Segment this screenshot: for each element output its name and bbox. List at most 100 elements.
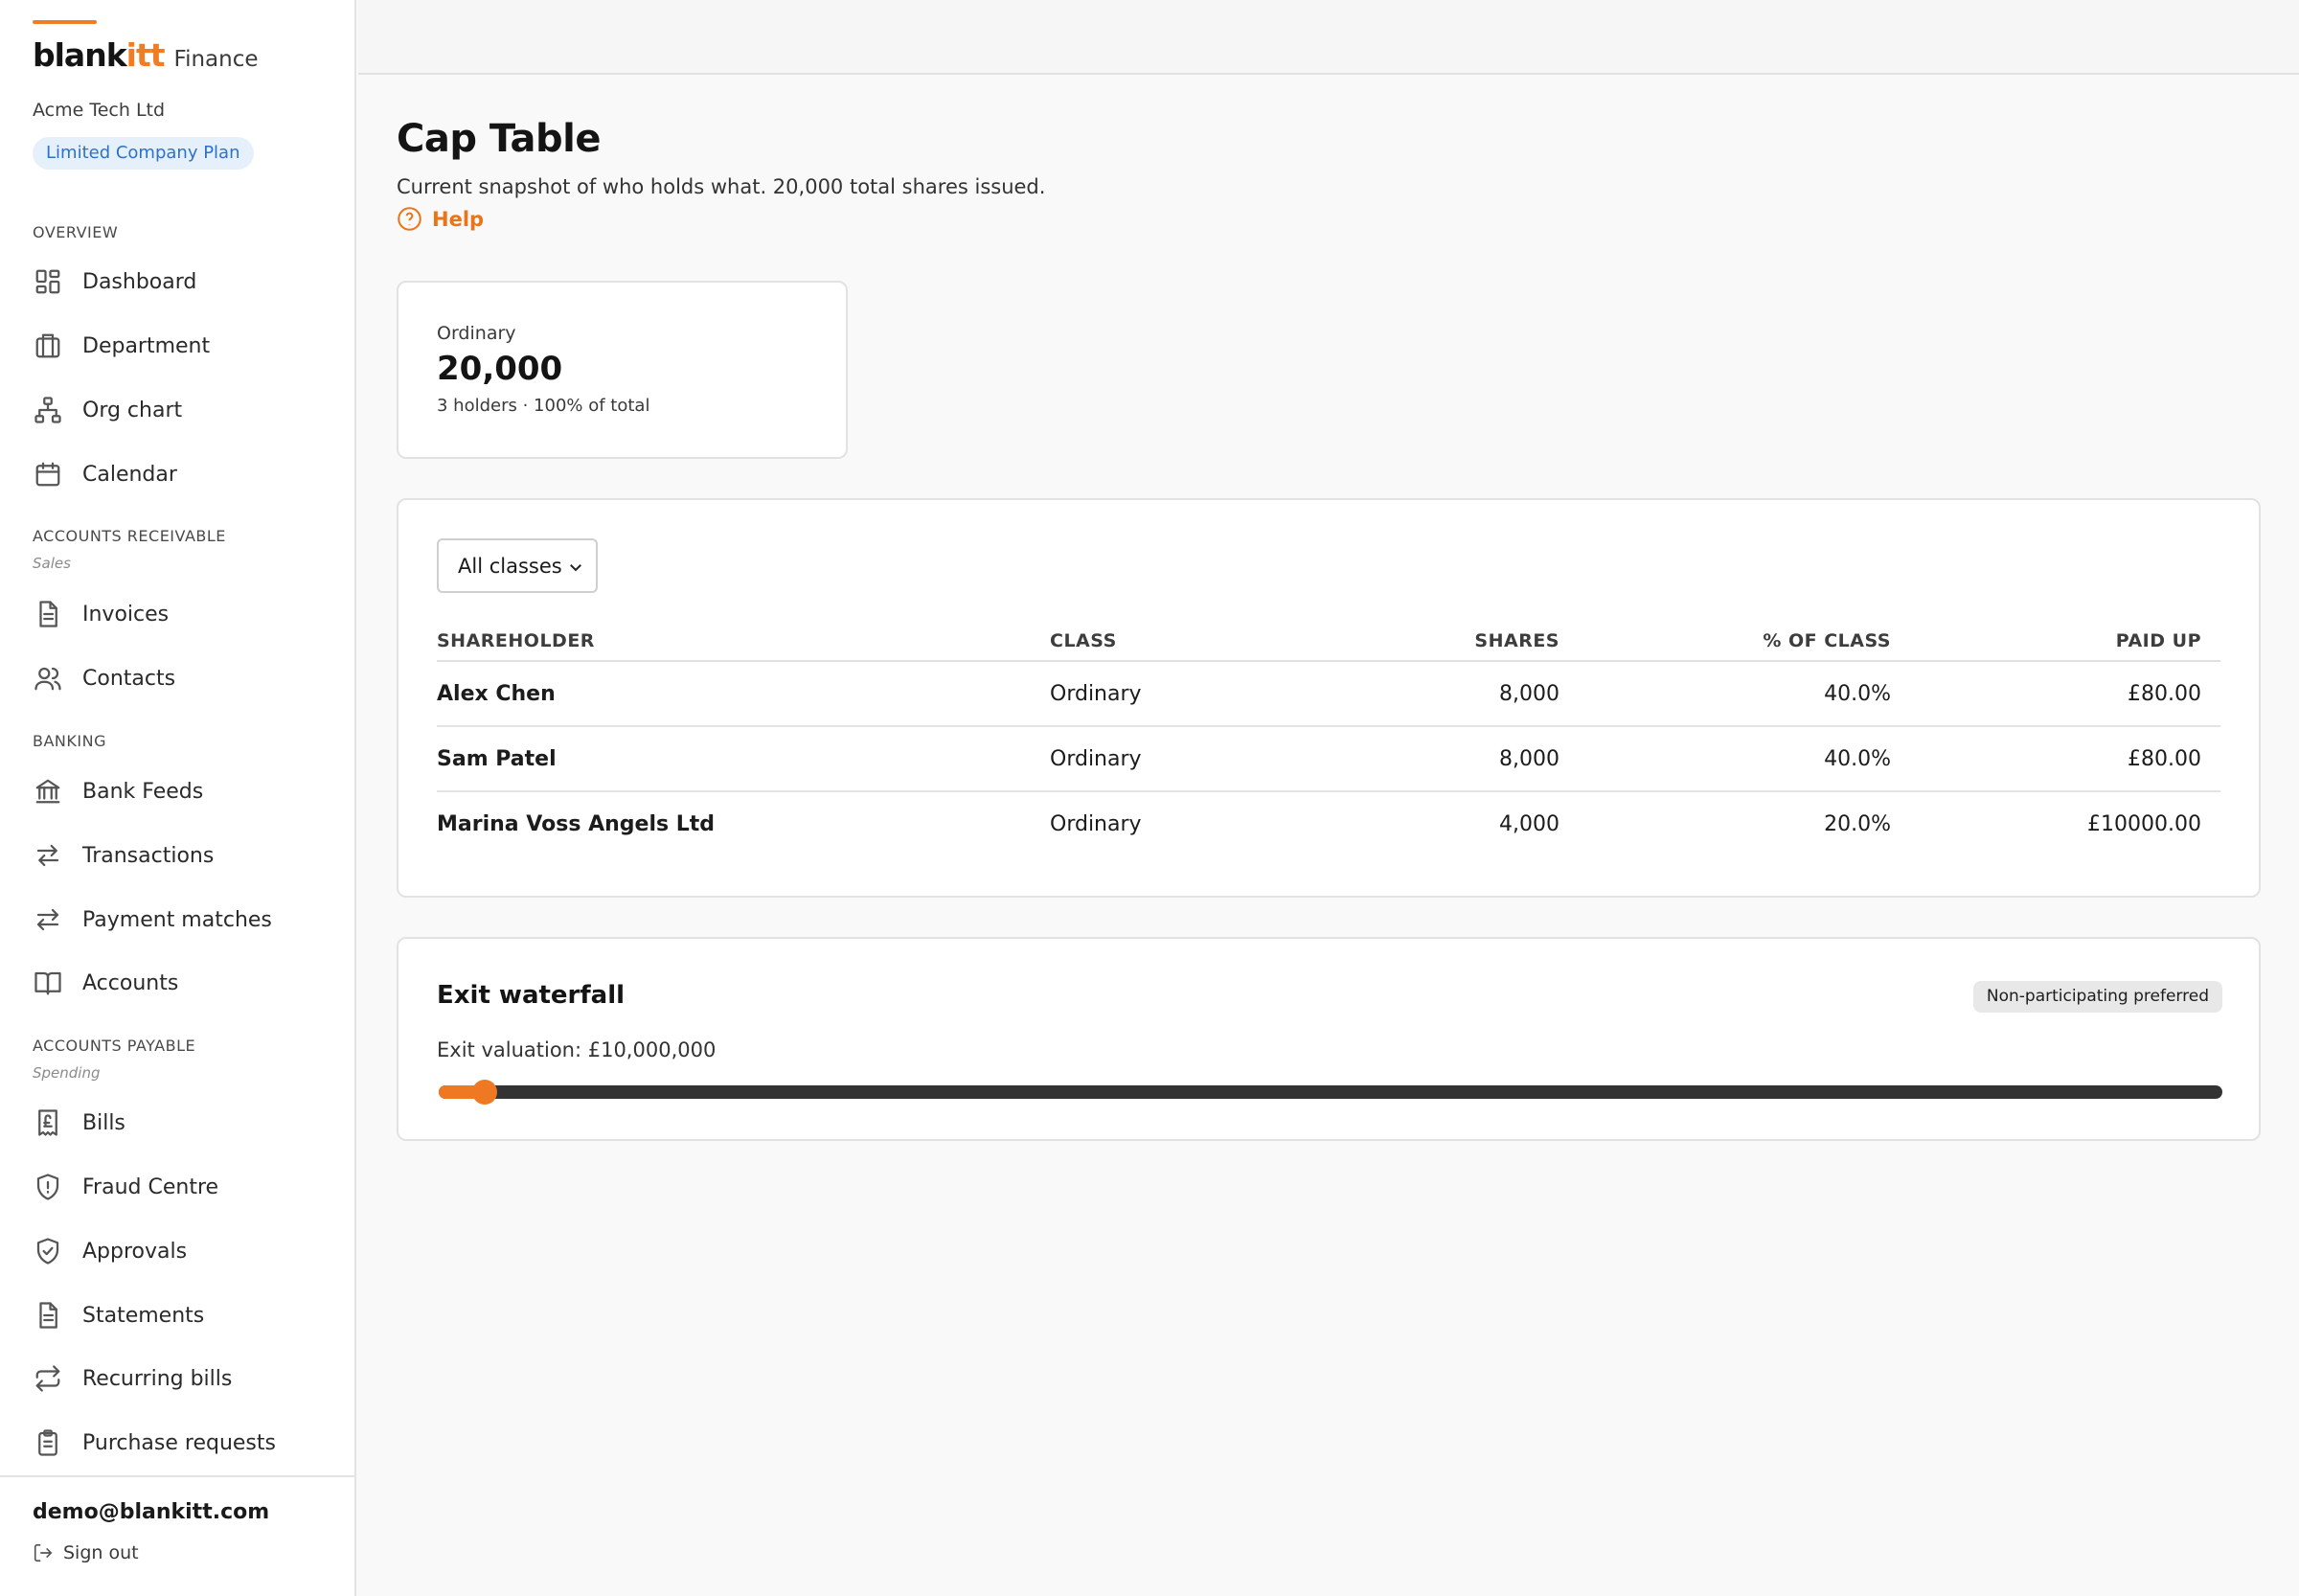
table-row: Marina Voss Angels Ltd Ordinary 4,000 20… (437, 791, 2220, 856)
sign-out-label: Sign out (63, 1542, 139, 1563)
cell-shares: 8,000 (1241, 661, 1559, 727)
book-icon (33, 968, 63, 998)
sidebar: blankitt Finance Acme Tech Ltd Limited C… (0, 0, 356, 1596)
sidebar-item-label: Department (82, 333, 211, 358)
table-row: Sam Patel Ordinary 8,000 40.0% £80.00 (437, 726, 2220, 792)
sidebar-item-transactions[interactable]: Transactions (23, 831, 339, 880)
shield-alert-icon (33, 1172, 63, 1202)
page-title: Cap Table (397, 117, 602, 161)
building-icon (33, 331, 63, 361)
share-class-total: 20,000 (437, 350, 563, 388)
sidebar-item-label: Transactions (82, 843, 215, 868)
cell-class: Ordinary (1050, 812, 1142, 836)
sidebar-item-label: Calendar (82, 462, 177, 487)
sidebar-item-label: Dashboard (82, 269, 197, 294)
shield-check-icon (33, 1236, 63, 1266)
exit-waterfall-title: Exit waterfall (437, 981, 626, 1010)
cell-class: Ordinary (1050, 726, 1241, 792)
sidebar-item-org-chart[interactable]: Org chart (23, 385, 339, 435)
exit-valuation-label: Exit valuation: £10,000,000 (437, 1038, 717, 1061)
bank-icon (33, 776, 63, 807)
sidebar-item-bills[interactable]: Bills (23, 1098, 339, 1148)
class-filter-select[interactable]: All classes (437, 538, 598, 593)
help-circle-icon (398, 207, 421, 231)
pound-receipt-icon (33, 1107, 63, 1138)
page-description: Current snapshot of who holds what. 20,0… (397, 175, 1046, 198)
cell-shareholder: Alex Chen (437, 661, 1050, 727)
clipboard-icon (33, 1427, 63, 1458)
sidebar-item-purchase-requests[interactable]: Purchase requests (23, 1418, 339, 1468)
top-bar (358, 0, 2299, 75)
sign-out-button[interactable]: Sign out (33, 1542, 139, 1563)
table-row: Alex Chen Ordinary 8,000 40.0% £80.00 (437, 661, 2220, 727)
section-banking: BANKING (33, 732, 106, 750)
exit-valuation-slider[interactable] (439, 1080, 2222, 1105)
section-accounts-receivable: ACCOUNTS RECEIVABLE (33, 527, 226, 545)
logo-product-name: Finance (173, 47, 259, 72)
users-icon (33, 663, 63, 694)
plan-badge: Limited Company Plan (33, 137, 254, 170)
brand-accent-bar (33, 20, 97, 24)
sidebar-item-label: Invoices (82, 602, 170, 627)
cell-shares: 8,000 (1241, 726, 1559, 792)
repeat-icon (33, 1363, 63, 1394)
sidebar-item-statements[interactable]: Statements (23, 1290, 339, 1340)
sidebar-item-label: Purchase requests (82, 1430, 276, 1455)
cell-shareholder: Marina Voss Angels Ltd (437, 812, 716, 836)
column-header-shares: SHARES (1241, 621, 1559, 662)
swap-icon (33, 904, 63, 935)
user-email: demo@blankitt.com (33, 1500, 270, 1524)
sidebar-item-dashboard[interactable]: Dashboard (23, 257, 339, 307)
sidebar-item-accounts[interactable]: Accounts (23, 958, 339, 1008)
arrows-left-right-icon (33, 840, 63, 871)
sidebar-footer: demo@blankitt.com Sign out (0, 1475, 356, 1596)
column-header-shareholder: SHAREHOLDER (437, 621, 1050, 662)
logo-wordmark: blankitt (33, 36, 166, 74)
document-icon (33, 1300, 63, 1331)
section-accounts-payable: ACCOUNTS PAYABLE (33, 1037, 196, 1055)
share-class-summary-card: Ordinary 20,000 3 holders · 100% of tota… (397, 281, 848, 459)
cell-percent-of-class: 40.0% (1559, 661, 1891, 727)
share-class-meta: 3 holders · 100% of total (437, 396, 650, 416)
column-header-paid-up: PAID UP (1891, 621, 2220, 662)
cell-paid-up: £80.00 (1891, 726, 2220, 792)
sidebar-item-department[interactable]: Department (23, 321, 339, 371)
cell-shares: 4,000 (1499, 812, 1559, 836)
cell-percent-of-class: 40.0% (1559, 726, 1891, 792)
column-header-percent-of-class: % OF CLASS (1559, 621, 1891, 662)
sidebar-item-label: Accounts (82, 970, 179, 995)
cap-table: SHAREHOLDER CLASS SHARES % OF CLASS PAID… (437, 621, 2220, 856)
cell-paid-up: £80.00 (1891, 661, 2220, 727)
sidebar-item-contacts[interactable]: Contacts (23, 653, 339, 703)
chevron-down-icon (567, 558, 584, 575)
sidebar-item-recurring-bills[interactable]: Recurring bills (23, 1354, 339, 1403)
sidebar-item-fraud-centre[interactable]: Fraud Centre (23, 1162, 339, 1212)
sidebar-item-label: Fraud Centre (82, 1174, 219, 1199)
section-subtitle-sales: Sales (33, 555, 71, 572)
help-label: Help (432, 207, 485, 231)
share-class-label: Ordinary (437, 323, 516, 344)
sidebar-item-label: Org chart (82, 398, 183, 422)
brand-logo[interactable]: blankitt Finance (33, 36, 259, 74)
help-link[interactable]: Help (397, 206, 484, 232)
sidebar-item-bank-feeds[interactable]: Bank Feeds (23, 766, 339, 816)
cell-percent-of-class: 20.0% (1824, 812, 1891, 836)
logout-icon (34, 1543, 53, 1562)
cell-shareholder: Sam Patel (437, 726, 1050, 792)
sidebar-item-calendar[interactable]: Calendar (23, 449, 339, 499)
table-header-row: SHAREHOLDER CLASS SHARES % OF CLASS PAID… (437, 621, 2220, 662)
sidebar-item-label: Bills (82, 1110, 125, 1135)
slider-thumb[interactable] (472, 1080, 498, 1105)
sidebar-item-label: Contacts (82, 666, 176, 691)
section-subtitle-spending: Spending (33, 1064, 101, 1082)
sidebar-item-label: Statements (82, 1303, 205, 1328)
section-overview: OVERVIEW (33, 223, 119, 241)
exit-waterfall-card: Exit waterfall Non-participating preferr… (397, 937, 2261, 1141)
company-name: Acme Tech Ltd (33, 100, 166, 121)
sidebar-item-payment-matches[interactable]: Payment matches (23, 895, 339, 945)
cell-class: Ordinary (1050, 661, 1241, 727)
cap-table-card: All classes SHAREHOLDER CLASS SHARES % O… (397, 498, 2261, 898)
dashboard-icon (33, 266, 63, 297)
sidebar-item-approvals[interactable]: Approvals (23, 1226, 339, 1276)
sidebar-item-invoices[interactable]: Invoices (23, 589, 339, 639)
